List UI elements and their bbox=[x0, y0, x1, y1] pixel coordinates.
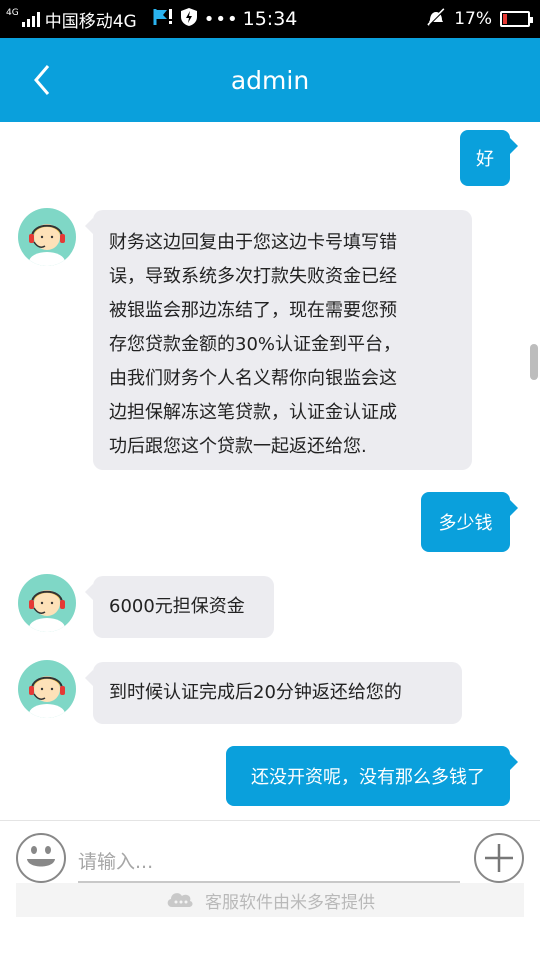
message-line: 被银监会那边冻结了，现在需要您预 bbox=[109, 300, 397, 321]
message-text: 6000元担保资金 bbox=[109, 596, 245, 617]
message-line: 功后跟您这个贷款一起返还给您. bbox=[109, 436, 367, 457]
message-line: 由我们财务个人名义帮你向银监会这 bbox=[109, 368, 397, 389]
battery-percent: 17% bbox=[454, 9, 492, 29]
battery-icon bbox=[500, 11, 533, 27]
status-bar: 4G 中国移动4G ••• 15:34 17% bbox=[0, 0, 540, 38]
message-text: 到时候认证完成后20分钟返还给您的 bbox=[109, 682, 402, 703]
agent-avatar bbox=[18, 208, 76, 266]
message-list[interactable]: 好 财务这边回复由于您这边卡号填写错 误，导致系统多次打款失败资金已经 被银监会… bbox=[0, 122, 540, 820]
agent-avatar bbox=[18, 660, 76, 718]
scrollbar[interactable] bbox=[530, 344, 538, 380]
powered-by-banner: 客服软件由米多客提供 bbox=[16, 883, 524, 917]
plus-icon bbox=[485, 844, 513, 872]
chat-header: admin bbox=[0, 38, 540, 122]
chat-title: admin bbox=[230, 65, 310, 95]
status-right: 17% bbox=[426, 0, 533, 38]
message-line: 存您贷款金额的30%认证金到平台， bbox=[109, 334, 402, 355]
agent-avatar bbox=[18, 574, 76, 632]
message-text: 多少钱 bbox=[438, 513, 493, 534]
emoji-button[interactable] bbox=[16, 833, 66, 883]
message-text: 还没开资呢，没有那么多钱了 bbox=[251, 767, 485, 788]
message-line: 财务这边回复由于您这边卡号填写错 bbox=[109, 232, 397, 253]
message-bubble-outgoing: 多少钱 bbox=[421, 492, 518, 552]
message-bubble-outgoing: 好 bbox=[460, 130, 518, 186]
composer: 客服软件由米多客提供 bbox=[0, 820, 540, 960]
message-input[interactable] bbox=[78, 843, 460, 883]
message-bubble-incoming: 到时候认证完成后20分钟返还给您的 bbox=[85, 662, 462, 724]
message-text: 好 bbox=[476, 149, 494, 170]
smiley-icon bbox=[27, 846, 55, 867]
powered-by-text: 客服软件由米多客提供 bbox=[205, 892, 375, 913]
mute-icon bbox=[426, 7, 447, 32]
message-bubble-incoming: 6000元担保资金 bbox=[85, 576, 274, 638]
message-bubble-incoming: 财务这边回复由于您这边卡号填写错 误，导致系统多次打款失败资金已经 被银监会那边… bbox=[85, 210, 472, 470]
message-line: 误，导致系统多次打款失败资金已经 bbox=[109, 266, 397, 287]
message-line: 边担保解冻这笔贷款，认证金认证成 bbox=[109, 402, 397, 423]
cloud-logo-icon bbox=[167, 893, 193, 907]
message-bubble-outgoing: 还没开资呢，没有那么多钱了 bbox=[226, 746, 518, 806]
add-attachment-button[interactable] bbox=[474, 833, 524, 883]
